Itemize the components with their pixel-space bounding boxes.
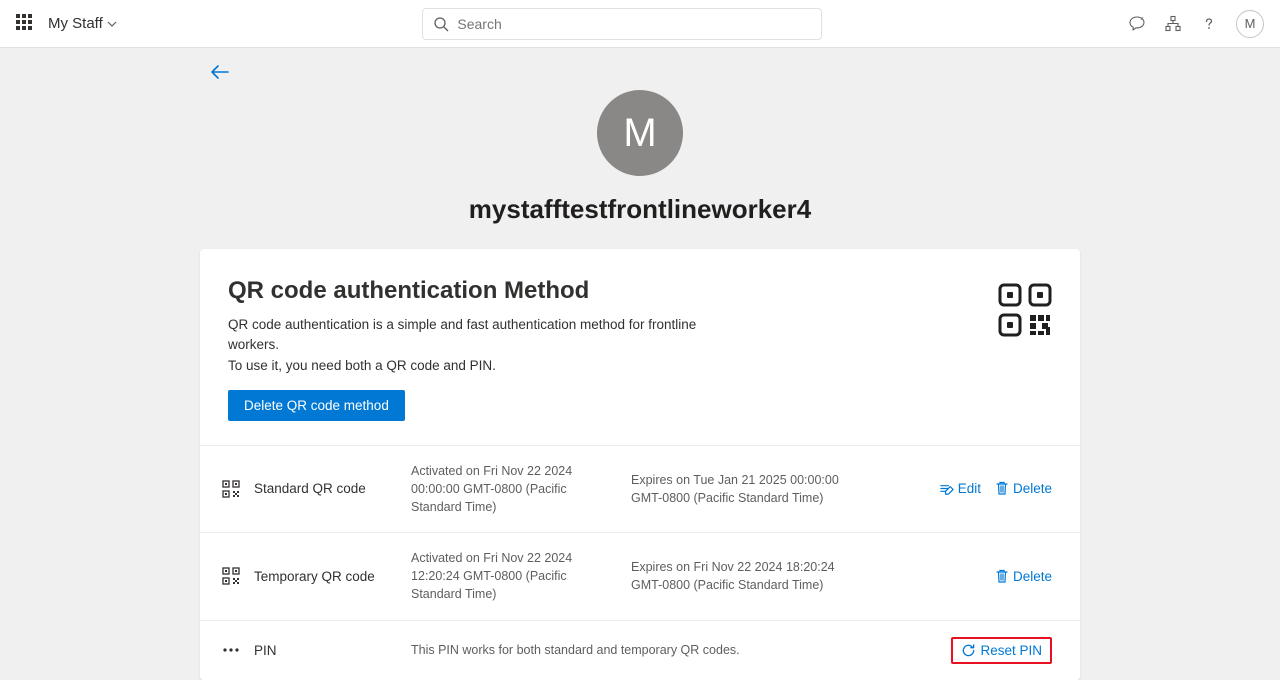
chevron-down-icon	[107, 19, 117, 29]
back-button[interactable]	[210, 64, 1280, 80]
delete-qr-method-button[interactable]: Delete QR code method	[228, 390, 405, 421]
qr-code-icon	[216, 567, 246, 585]
app-launcher-icon[interactable]	[16, 14, 36, 34]
more-icon	[216, 647, 246, 653]
qr-auth-card: QR code authentication Method QR code au…	[200, 249, 1080, 680]
row-label: Standard QR code	[246, 481, 411, 496]
search-input[interactable]	[457, 16, 811, 32]
reset-pin-button[interactable]: Reset PIN	[951, 637, 1052, 664]
app-header: My Staff M	[0, 0, 1280, 48]
trash-icon	[995, 481, 1009, 496]
trash-icon	[995, 569, 1009, 584]
user-avatar[interactable]: M	[1236, 10, 1264, 38]
app-name-label: My Staff	[48, 15, 103, 32]
search-container	[117, 8, 1128, 40]
edit-icon	[939, 481, 954, 496]
profile-section: M mystafftestfrontlineworker4	[0, 90, 1280, 225]
activated-text: Activated on Fri Nov 22 2024 12:20:24 GM…	[411, 549, 631, 603]
app-name-dropdown[interactable]: My Staff	[48, 15, 117, 32]
org-icon[interactable]	[1164, 15, 1182, 33]
reset-icon	[961, 643, 976, 658]
card-title: QR code authentication Method	[228, 277, 728, 305]
delete-button[interactable]: Delete	[995, 569, 1052, 584]
qr-code-illustration	[998, 277, 1052, 337]
feedback-icon[interactable]	[1128, 15, 1146, 33]
profile-avatar: M	[597, 90, 683, 176]
activated-text: Activated on Fri Nov 22 2024 00:00:00 GM…	[411, 462, 631, 516]
standard-qr-row: Standard QR code Activated on Fri Nov 22…	[200, 445, 1080, 532]
row-label: Temporary QR code	[246, 569, 411, 584]
pin-description: This PIN works for both standard and tem…	[411, 641, 851, 659]
header-actions: M	[1128, 10, 1264, 38]
search-icon	[433, 16, 449, 32]
pin-row: PIN This PIN works for both standard and…	[200, 620, 1080, 680]
profile-username: mystafftestfrontlineworker4	[0, 194, 1280, 225]
expires-text: Expires on Tue Jan 21 2025 00:00:00 GMT-…	[631, 471, 851, 507]
expires-text: Expires on Fri Nov 22 2024 18:20:24 GMT-…	[631, 558, 851, 594]
help-icon[interactable]	[1200, 15, 1218, 33]
back-arrow-icon	[210, 64, 230, 80]
card-description: QR code authentication is a simple and f…	[228, 315, 728, 376]
edit-button[interactable]: Edit	[939, 481, 981, 496]
delete-button[interactable]: Delete	[995, 481, 1052, 496]
search-box[interactable]	[422, 8, 822, 40]
temporary-qr-row: Temporary QR code Activated on Fri Nov 2…	[200, 532, 1080, 619]
row-label: PIN	[246, 643, 411, 658]
qr-code-icon	[216, 480, 246, 498]
